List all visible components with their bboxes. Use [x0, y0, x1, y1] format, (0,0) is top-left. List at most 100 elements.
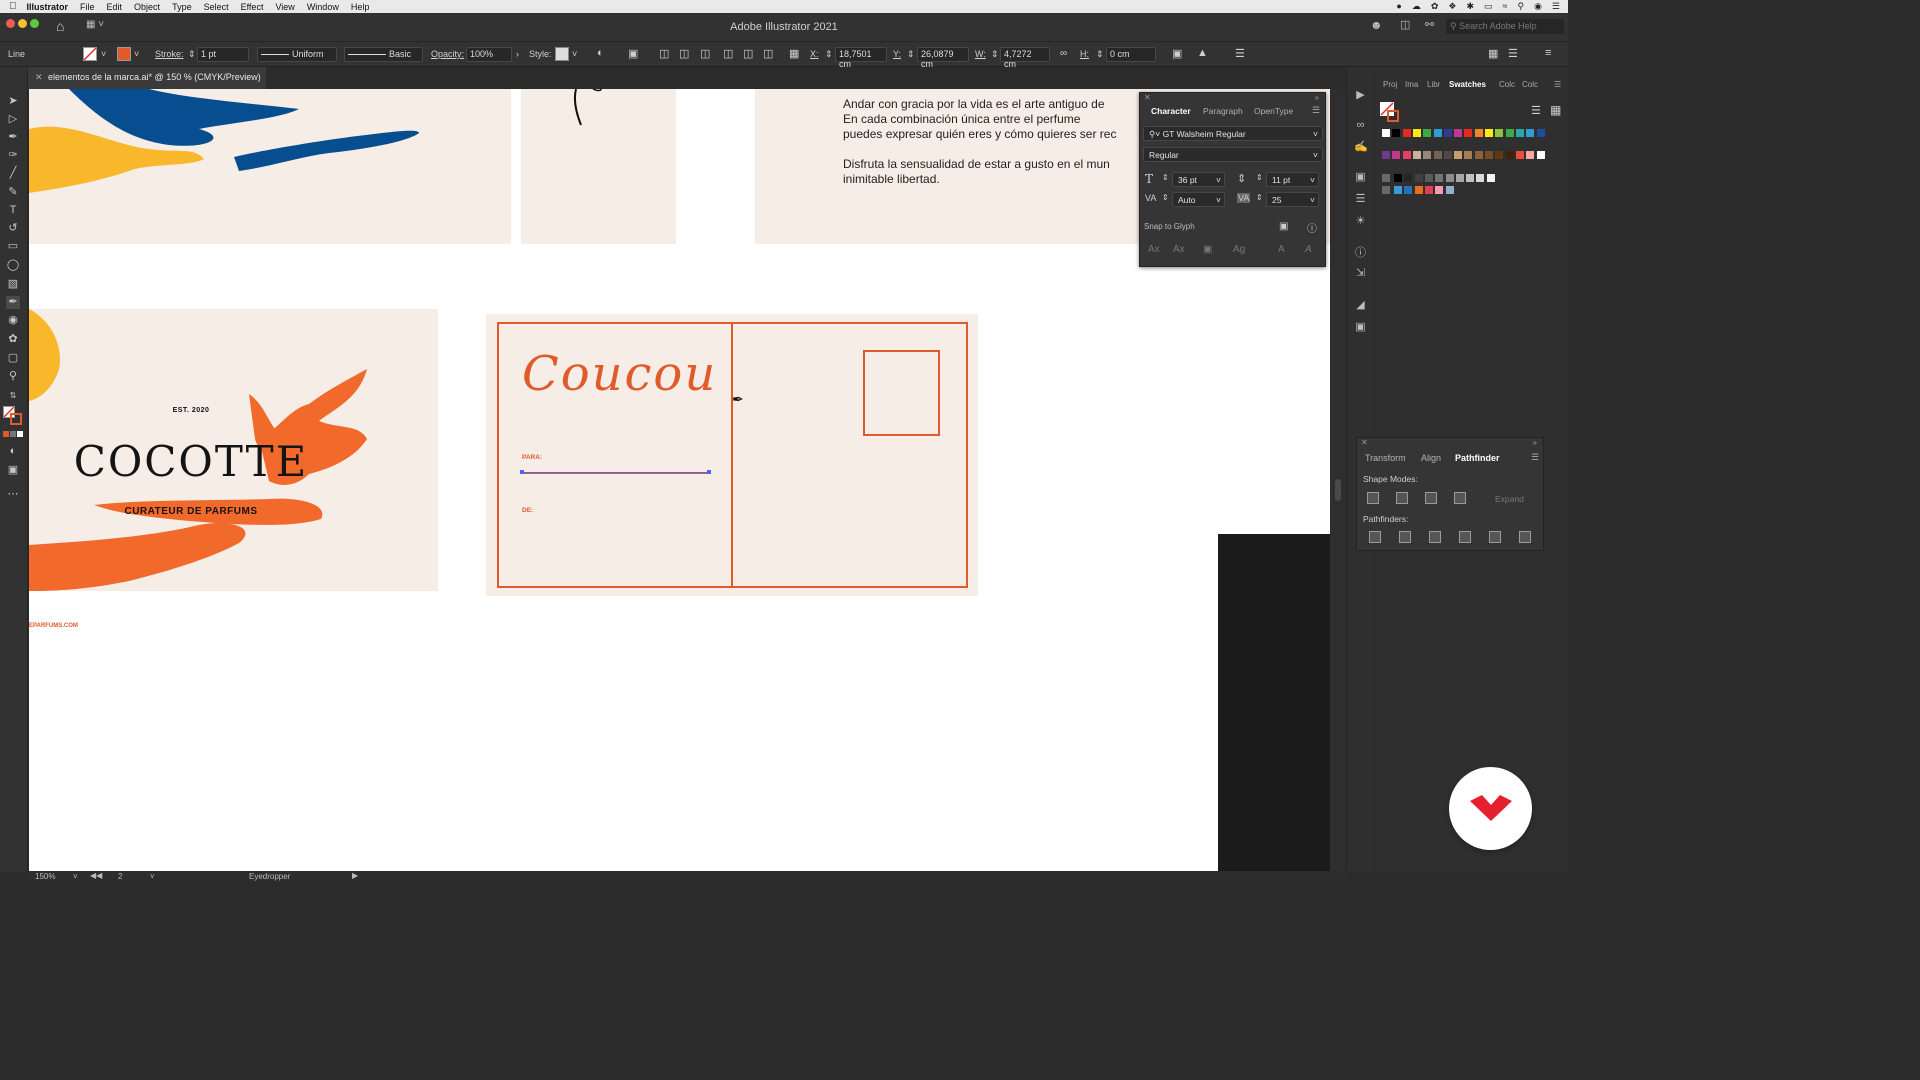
- symbol-sprayer-tool-icon[interactable]: ✿: [6, 333, 20, 346]
- blend-tool-icon[interactable]: ◉: [6, 314, 20, 327]
- color-swatch[interactable]: [1424, 174, 1433, 182]
- artboard-tool-icon[interactable]: ▢: [6, 352, 20, 365]
- color-swatch[interactable]: [1392, 129, 1401, 137]
- color-swatch[interactable]: [1454, 129, 1463, 137]
- menu-help[interactable]: Help: [351, 2, 370, 12]
- type-tool-icon[interactable]: T: [6, 204, 20, 217]
- tab-properties[interactable]: Proj: [1383, 80, 1397, 89]
- play-action-icon[interactable]: ▶: [1354, 89, 1367, 101]
- bluetooth-icon[interactable]: ✱: [1466, 1, 1474, 12]
- links-icon[interactable]: ∞: [1354, 119, 1367, 131]
- stroke-indicator[interactable]: [10, 413, 22, 425]
- color-swatch[interactable]: [1476, 174, 1485, 182]
- color-swatch[interactable]: [1486, 174, 1495, 182]
- color-swatch[interactable]: [1394, 174, 1402, 182]
- intersect-icon[interactable]: [1425, 492, 1437, 504]
- control-center-icon[interactable]: ☰: [1552, 1, 1560, 12]
- color-swatch[interactable]: [1536, 151, 1545, 159]
- line-tool-icon[interactable]: ╱: [6, 167, 20, 180]
- menu-object[interactable]: Object: [134, 2, 160, 12]
- crop-icon[interactable]: [1459, 531, 1471, 543]
- stroke-panel-icon[interactable]: ☰: [1354, 193, 1367, 205]
- tracking-stepper-icon[interactable]: ⇕: [1256, 193, 1263, 202]
- spotlight-icon[interactable]: ⚲: [1517, 1, 1524, 12]
- collapse-panel-icon[interactable]: »: [1315, 93, 1319, 102]
- stamp-box[interactable]: [863, 350, 940, 436]
- menu-select[interactable]: Select: [204, 2, 229, 12]
- transform-reference-icon[interactable]: ▦: [789, 47, 799, 60]
- menu-edit[interactable]: Edit: [107, 2, 123, 12]
- font-style-select[interactable]: Regular ˅: [1143, 147, 1323, 162]
- color-swatch[interactable]: [1505, 151, 1514, 159]
- color-swatch[interactable]: [1443, 151, 1452, 159]
- menu-type[interactable]: Type: [172, 2, 192, 12]
- collapse-panel-icon[interactable]: »: [1533, 438, 1537, 447]
- constrain-proportions-icon[interactable]: ∞: [1060, 48, 1067, 59]
- panel-arrange-icon[interactable]: ▦: [1488, 47, 1498, 60]
- panel-menu-icon[interactable]: ☰: [1508, 47, 1518, 60]
- info-icon[interactable]: ⓘ: [1307, 220, 1317, 235]
- tab-opentype[interactable]: OpenType: [1254, 106, 1293, 116]
- appearance-panel-icon[interactable]: ☀: [1354, 215, 1367, 227]
- edit-toolbar-icon[interactable]: ⋯: [6, 488, 20, 501]
- screen-mode-icon[interactable]: ▣: [6, 464, 20, 477]
- trim-icon[interactable]: [1399, 531, 1411, 543]
- tab-libraries[interactable]: Libr: [1427, 80, 1440, 89]
- kerning-field[interactable]: Auto ˅: [1172, 192, 1225, 207]
- artboard-number[interactable]: 2: [118, 872, 122, 881]
- align-top-icon[interactable]: ◫: [723, 47, 733, 60]
- shape-builder-icon[interactable]: ▲: [1197, 47, 1208, 59]
- cloud-icon[interactable]: ☁: [1412, 1, 1421, 12]
- color-swatch[interactable]: [1526, 129, 1535, 137]
- isolate-selection-icon[interactable]: ▣: [1172, 47, 1182, 60]
- draw-mode-icon[interactable]: ◐: [6, 445, 20, 458]
- wifi-icon[interactable]: ≈: [1503, 1, 1508, 12]
- align-left-icon[interactable]: ◫: [659, 47, 669, 60]
- width-field[interactable]: 4,7272 cm: [1000, 47, 1050, 69]
- color-swatch[interactable]: [1423, 151, 1432, 159]
- graphic-style-swatch[interactable]: [555, 47, 569, 61]
- fill-none-swatch[interactable]: [83, 47, 97, 61]
- close-panel-icon[interactable]: ✕: [1361, 438, 1368, 447]
- color-swatch[interactable]: [1464, 129, 1473, 137]
- font-size-field[interactable]: 36 pt ˅: [1172, 172, 1225, 187]
- color-swatch[interactable]: [1435, 186, 1444, 194]
- info-icon[interactable]: ⓘ: [1354, 247, 1367, 259]
- minus-back-icon[interactable]: [1519, 531, 1531, 543]
- color-swatch[interactable]: [1455, 174, 1464, 182]
- pen-tool-icon[interactable]: ✒: [6, 131, 20, 144]
- tab-transform[interactable]: Transform: [1365, 453, 1406, 463]
- color-swatch[interactable]: [1423, 129, 1432, 137]
- apple-icon[interactable]: : [9, 1, 17, 12]
- snap-proximity-icon[interactable]: Ag: [1233, 244, 1245, 255]
- color-swatch[interactable]: [1505, 129, 1514, 137]
- list-view-icon[interactable]: ☰: [1531, 104, 1541, 117]
- airplay-icon[interactable]: ▭: [1484, 1, 1493, 12]
- height-field[interactable]: 0 cm: [1106, 47, 1156, 62]
- chevron-right-icon[interactable]: ›: [516, 49, 519, 59]
- color-swatch[interactable]: [1404, 174, 1413, 182]
- leading-stepper-icon[interactable]: ⇕: [1256, 173, 1263, 182]
- menu-file[interactable]: File: [80, 2, 95, 12]
- tab-paragraph[interactable]: Paragraph: [1203, 106, 1243, 116]
- none-mode-icon[interactable]: [17, 431, 23, 437]
- w-stepper-icon[interactable]: ⇕: [991, 49, 999, 60]
- h-label[interactable]: H:: [1080, 49, 1089, 59]
- snap-x-height-icon[interactable]: Ax: [1173, 244, 1185, 255]
- chevron-down-icon[interactable]: ˅: [134, 49, 139, 59]
- first-artboard-icon[interactable]: ◀◀: [90, 871, 102, 880]
- color-swatch[interactable]: [1526, 151, 1535, 159]
- color-swatch[interactable]: [1474, 151, 1483, 159]
- chevron-down-icon[interactable]: ˅: [73, 872, 78, 881]
- chevron-down-icon[interactable]: ˅: [101, 49, 106, 59]
- color-swatch[interactable]: [1466, 174, 1475, 182]
- color-swatch[interactable]: [1414, 186, 1423, 194]
- color-swatch[interactable]: [1412, 129, 1421, 137]
- x-stepper-icon[interactable]: ⇕: [825, 49, 833, 60]
- dropbox-icon[interactable]: ❖: [1448, 1, 1456, 12]
- align-center-icon[interactable]: ◫: [679, 47, 689, 60]
- chevron-down-icon[interactable]: ˅: [572, 49, 577, 59]
- tab-color[interactable]: Colc: [1499, 80, 1515, 89]
- curvature-tool-icon[interactable]: ✑: [6, 149, 20, 162]
- snap-anchor-icon[interactable]: A: [1305, 244, 1312, 255]
